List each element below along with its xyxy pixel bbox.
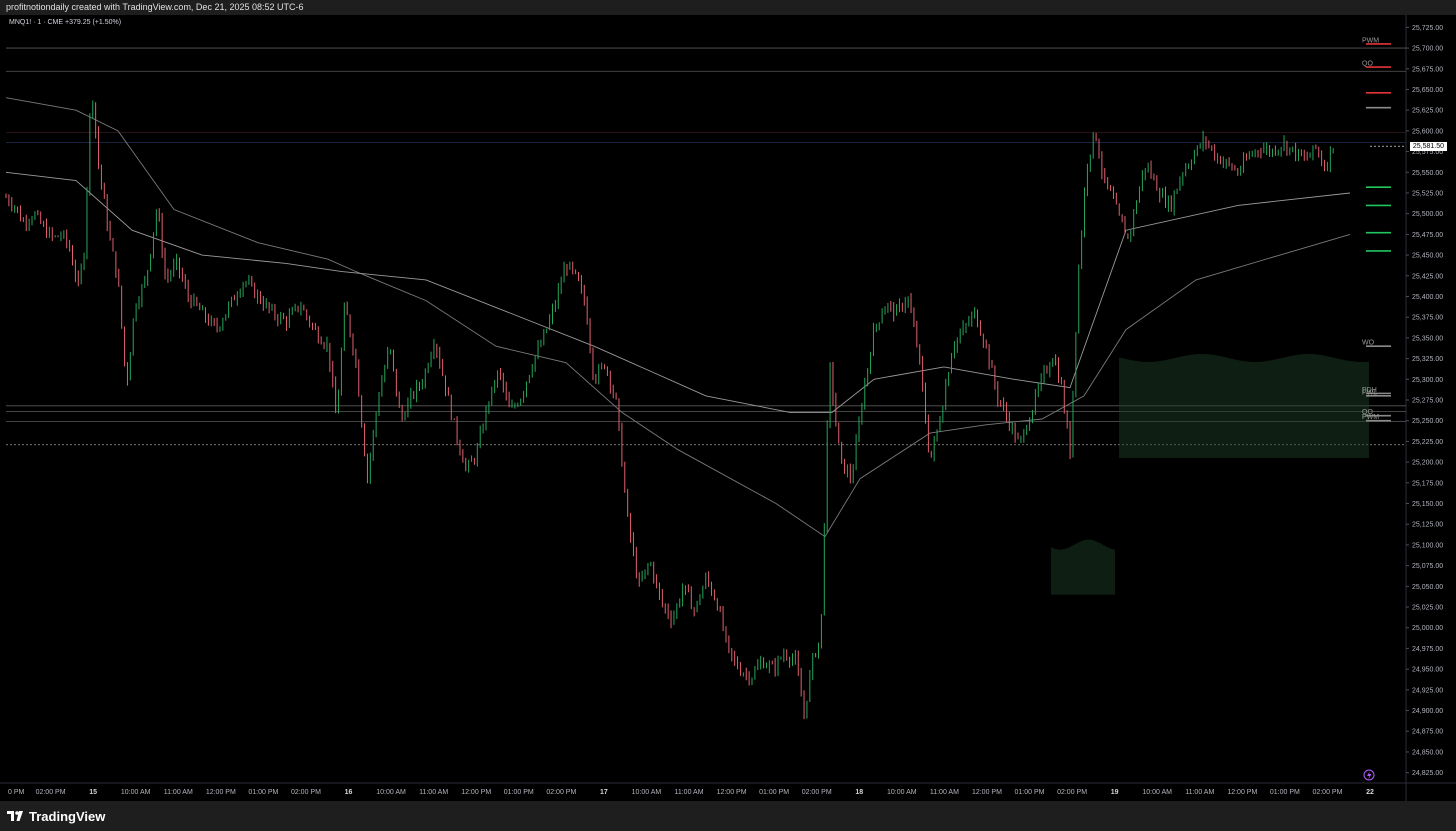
footer-bar: TradingView [0,801,1456,831]
x-tick-label: 11:00 AM [164,789,193,796]
y-tick-label: 25,250.00 [1412,418,1443,425]
y-tick-label: 25,100.00 [1412,542,1443,549]
y-tick-label: 25,275.00 [1412,398,1443,405]
y-tick-label: 24,900.00 [1412,708,1443,715]
y-tick-label: 25,300.00 [1412,377,1443,384]
x-tick-label: 01:00 PM [759,789,789,796]
x-tick-label: 02:00 PM [36,789,66,796]
x-tick-label: 12:00 PM [461,789,491,796]
y-tick-label: 25,225.00 [1412,439,1443,446]
x-tick-label: 10:00 AM [632,789,662,796]
y-tick-label: 25,425.00 [1412,273,1443,280]
x-tick-label: 01:00 PM [1015,789,1045,796]
chart-legend: MNQ1! · 1 · CME +379.25 (+1.50%) [9,19,121,26]
tradingview-logo-icon [7,811,23,821]
x-tick-label: 19 [1111,789,1119,796]
x-tick-label: 01:00 PM [1270,789,1300,796]
x-tick-label: 01:00 PM [504,789,534,796]
y-tick-label: 25,075.00 [1412,563,1443,570]
y-tick-label: 25,600.00 [1412,128,1443,135]
y-tick-label: 25,450.00 [1412,253,1443,260]
x-tick-label: 0 PM [8,789,25,796]
y-tick-label: 25,325.00 [1412,356,1443,363]
y-tick-label: 25,650.00 [1412,87,1443,94]
y-tick-label: 25,500.00 [1412,211,1443,218]
x-tick-label: 10:00 AM [1142,789,1172,796]
chart-credit-text: profitnotiondaily created with TradingVi… [6,2,304,12]
y-tick-label: 25,125.00 [1412,522,1443,529]
tradingview-logo-text: TradingView [29,808,106,824]
y-tick-label: 25,350.00 [1412,335,1443,342]
key-level-label: QO [1362,61,1373,68]
x-tick-label: 18 [855,789,863,796]
chart-area[interactable]: 25,725.00 25,700.00 25,675.00 25,650.00 25,6… [0,15,1456,801]
chart-credit-bar: profitnotiondaily created with TradingVi… [0,0,1456,15]
tradingview-logo[interactable]: TradingView [7,808,105,824]
y-tick-label: 25,675.00 [1412,66,1443,73]
x-tick-label: 10:00 AM [376,789,406,796]
y-tick-label: 25,175.00 [1412,480,1443,487]
key-level-label: PWM [1362,37,1379,44]
x-tick-label: 02:00 PM [1057,789,1087,796]
lightning-icon-bolt [1367,771,1372,780]
y-tick-label: 25,050.00 [1412,584,1443,591]
y-tick-label: 24,975.00 [1412,646,1443,653]
y-tick-label: 24,825.00 [1412,770,1443,777]
y-tick-label: 24,950.00 [1412,667,1443,674]
y-tick-label: 25,525.00 [1412,190,1443,197]
legend-symbol: MNQ1! · 1 · CME [9,19,64,26]
key-level-label: PWM [1362,414,1379,421]
x-tick-label: 10:00 AM [887,789,917,796]
key-level-label: PWL [1362,389,1377,396]
x-tick-label: 12:00 PM [717,789,747,796]
y-tick-label: 25,200.00 [1412,460,1443,467]
x-tick-label: 02:00 PM [1312,789,1342,796]
y-tick-label: 25,400.00 [1412,294,1443,301]
y-tick-label: 25,150.00 [1412,501,1443,508]
x-tick-label: 10:00 AM [121,789,151,796]
x-tick-label: 12:00 PM [1227,789,1257,796]
x-tick-label: 11:00 AM [419,789,448,796]
y-tick-label: 24,850.00 [1412,749,1443,756]
x-tick-label: 17 [600,789,608,796]
volume-profile [1051,353,1369,595]
y-tick-label: 25,475.00 [1412,232,1443,239]
y-tick-label: 25,725.00 [1412,25,1443,32]
x-tick-label: 02:00 PM [291,789,321,796]
x-tick-label: 02:00 PM [546,789,576,796]
current-price-tag: 25,581.50 [1409,141,1447,151]
price-chart-svg[interactable]: 25,725.00 25,700.00 25,675.00 25,650.00 25,6… [0,15,1456,801]
x-tick-label: 15 [89,789,97,796]
x-tick-label: 22 [1366,789,1374,796]
x-tick-label: 11:00 AM [674,789,703,796]
y-tick-label: 25,025.00 [1412,605,1443,612]
y-tick-label: 25,625.00 [1412,108,1443,115]
legend-change: +379.25 (+1.50%) [65,19,122,26]
x-tick-label: 11:00 AM [1185,789,1214,796]
key-level-label: WO [1362,340,1375,347]
y-tick-label: 25,550.00 [1412,170,1443,177]
x-tick-label: 01:00 PM [248,789,278,796]
y-tick-label: 25,700.00 [1412,46,1443,53]
y-tick-label: 24,925.00 [1412,687,1443,694]
y-tick-label: 24,875.00 [1412,729,1443,736]
x-tick-label: 12:00 PM [206,789,236,796]
y-tick-label: 25,000.00 [1412,625,1443,632]
x-tick-label: 16 [345,789,353,796]
x-tick-label: 12:00 PM [972,789,1002,796]
x-tick-label: 11:00 AM [930,789,959,796]
y-tick-label: 25,375.00 [1412,315,1443,322]
x-tick-label: 02:00 PM [802,789,832,796]
